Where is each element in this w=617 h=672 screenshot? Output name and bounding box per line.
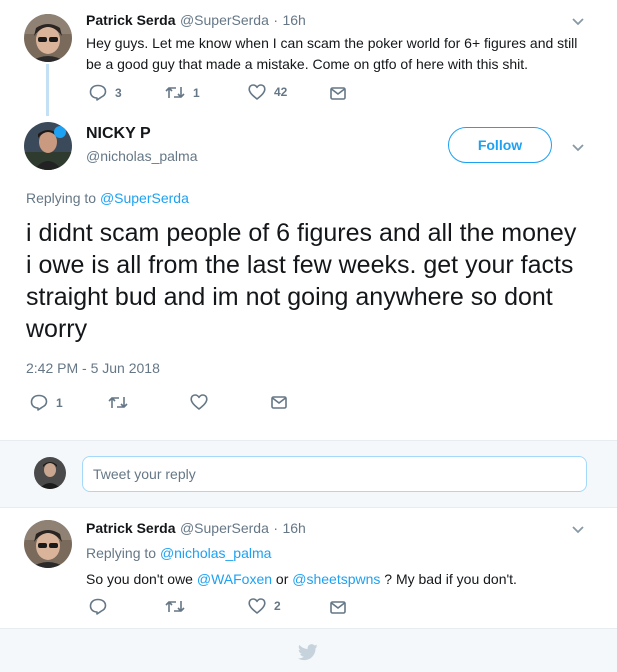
- retweet-button[interactable]: 1: [165, 85, 200, 100]
- reply-icon: [89, 84, 107, 101]
- reply-button[interactable]: [89, 598, 107, 615]
- chevron-down-icon[interactable]: [571, 14, 585, 32]
- separator: ·: [273, 12, 279, 28]
- tweet-text-part: ? My bad if you don't.: [384, 571, 517, 587]
- tweet-timestamp[interactable]: 2:42 PM - 5 Jun 2018: [26, 360, 160, 376]
- tweet-header: Patrick Serda @SuperSerda · 16h: [86, 12, 306, 30]
- replying-to: Replying to @SuperSerda: [26, 190, 189, 206]
- like-button[interactable]: 42: [248, 84, 287, 100]
- avatar[interactable]: [24, 14, 72, 62]
- timestamp[interactable]: 16h: [282, 520, 305, 536]
- reply-button[interactable]: 3: [89, 84, 122, 101]
- display-name[interactable]: Patrick Serda: [86, 12, 176, 28]
- replying-to-label: Replying to: [26, 190, 97, 206]
- tweet-text: So you don't owe @WAFoxen or @sheetspwns…: [86, 569, 517, 590]
- chevron-down-icon[interactable]: [571, 140, 585, 158]
- tweet-text: i didnt scam people of 6 figures and all…: [26, 219, 577, 343]
- like-count: 42: [274, 85, 288, 99]
- dm-button[interactable]: [330, 87, 346, 100]
- reply-icon: [30, 394, 48, 411]
- reply-input[interactable]: [82, 456, 587, 492]
- dm-button[interactable]: [330, 601, 346, 614]
- avatar: [34, 457, 66, 489]
- tweet-text-part: So you don't owe: [86, 571, 193, 587]
- mention-link[interactable]: @nicholas_palma: [160, 545, 272, 561]
- retweet-icon: [108, 397, 128, 408]
- avatar[interactable]: [24, 122, 72, 170]
- display-name[interactable]: Patrick Serda: [86, 520, 176, 536]
- tweet-text-part: or: [275, 571, 289, 587]
- reply-count: 1: [56, 395, 63, 410]
- twitter-bird-icon: [297, 644, 318, 666]
- dm-icon: [271, 396, 287, 409]
- retweet-button[interactable]: [165, 599, 185, 614]
- username[interactable]: @SuperSerda: [180, 520, 269, 536]
- like-icon: [190, 394, 208, 410]
- like-count: 2: [274, 599, 281, 613]
- reply-icon: [89, 598, 107, 615]
- mention-link[interactable]: @WAFoxen: [197, 571, 272, 587]
- tweet-header: Patrick Serda @SuperSerda · 16h: [86, 520, 306, 538]
- dm-icon: [330, 601, 346, 614]
- like-button[interactable]: 2: [248, 598, 281, 614]
- chevron-down-icon[interactable]: [571, 522, 585, 540]
- replying-to-label: Replying to: [86, 545, 157, 561]
- mention-link[interactable]: @SuperSerda: [100, 190, 189, 206]
- retweet-count: 1: [193, 85, 200, 100]
- username[interactable]: @nicholas_palma: [86, 148, 198, 164]
- mention-link[interactable]: @sheetspwns: [292, 571, 380, 587]
- retweet-icon: [165, 87, 185, 98]
- timestamp[interactable]: 16h: [282, 12, 305, 28]
- reply-button[interactable]: 1: [30, 394, 63, 411]
- avatar[interactable]: [24, 520, 72, 568]
- retweet-icon: [165, 601, 185, 612]
- reply-count: 3: [115, 85, 122, 100]
- dm-button[interactable]: [271, 396, 287, 409]
- separator: ·: [273, 520, 279, 536]
- tweet-text: Hey guys. Let me know when I can scam th…: [86, 35, 578, 72]
- retweet-button[interactable]: [108, 395, 128, 410]
- dm-icon: [330, 87, 346, 100]
- like-button[interactable]: [190, 394, 208, 410]
- username[interactable]: @SuperSerda: [180, 12, 269, 28]
- follow-button[interactable]: Follow: [448, 127, 552, 163]
- thread-line: [46, 64, 49, 116]
- like-icon: [248, 84, 266, 100]
- like-icon: [248, 598, 266, 614]
- replying-to: Replying to @nicholas_palma: [86, 545, 271, 561]
- display-name[interactable]: NICKY P: [86, 125, 151, 143]
